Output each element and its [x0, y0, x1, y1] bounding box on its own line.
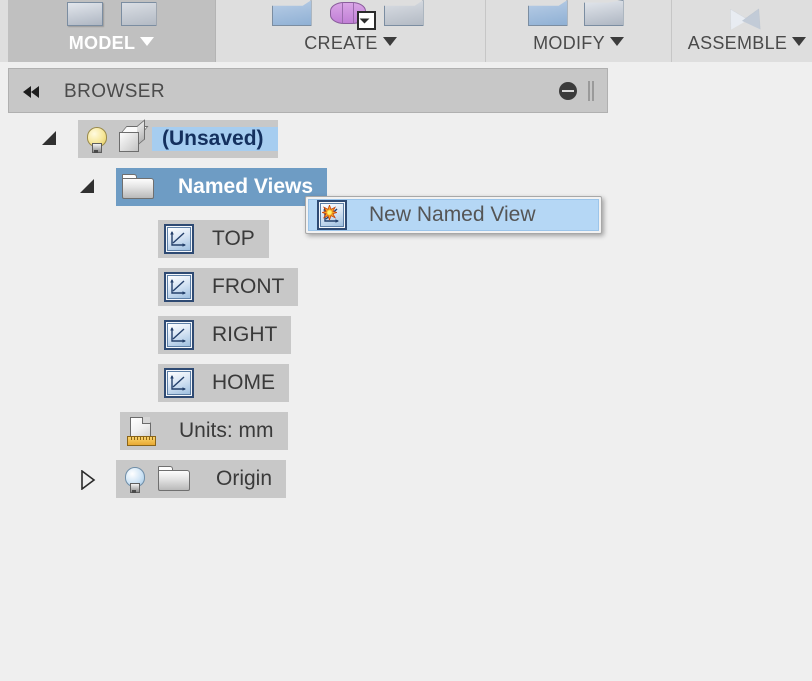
joint-arrow: [742, 4, 768, 30]
tree-row-named-views-chip[interactable]: Named Views: [116, 168, 328, 206]
tree-row-unsaved-chip[interactable]: (Unsaved): [78, 119, 278, 158]
chevron-down-icon[interactable]: [382, 37, 397, 46]
tree-row-label: TOP: [212, 227, 255, 250]
double-chevron-left-icon[interactable]: [23, 83, 47, 99]
panel-text: CREATE: [304, 33, 378, 53]
ribbon-panel-create-icons: [216, 0, 485, 30]
fusion-browser-screen: MODEL CREATE MODIFY ASSEMBLE BROWSER (Un…: [0, 0, 812, 681]
tree-row-home-chip[interactable]: HOME: [158, 364, 289, 402]
folder-body: [158, 470, 190, 491]
triangle-right-outline: [81, 470, 96, 490]
tree-row-top-chip[interactable]: TOP: [158, 220, 269, 258]
view-axes-glyph: [170, 279, 186, 295]
extrude-icon[interactable]: [271, 0, 318, 26]
grip-line: [592, 81, 594, 101]
units-document-icon[interactable]: [126, 416, 156, 446]
panel-text: MODIFY: [533, 33, 605, 53]
ribbon-panel-model[interactable]: MODEL: [8, 0, 216, 62]
named-view-icon[interactable]: [164, 320, 194, 350]
panel-text: ASSEMBLE: [687, 33, 788, 53]
ribbon-panel-model-icons: [8, 0, 215, 26]
fillet-icon[interactable]: [583, 0, 630, 26]
chevron-down-icon[interactable]: [140, 37, 155, 46]
ribbon-panel-modify[interactable]: MODIFY: [486, 0, 672, 62]
tree-row-label: Origin: [216, 467, 273, 490]
bulb-tip: [132, 490, 136, 493]
folder-icon[interactable]: [122, 174, 154, 200]
document-corner-fold: [142, 417, 150, 424]
view-axes-glyph: [170, 231, 186, 247]
cube-front-face: [119, 132, 139, 152]
folder-icon[interactable]: [158, 466, 190, 492]
context-menu-item-new-named-view[interactable]: New Named View: [308, 199, 599, 231]
ribbon-panel-assemble-icons: [672, 0, 812, 30]
twisty-collapsed-icon[interactable]: [80, 470, 100, 490]
model-workspace-icon[interactable]: [117, 0, 161, 26]
ribbon-panel-modify-label: MODIFY: [486, 33, 671, 54]
browser-grip-handle[interactable]: [587, 81, 597, 101]
bulb-tip: [94, 150, 98, 153]
twisty-expanded-icon[interactable]: [40, 129, 60, 149]
tree-row-label: RIGHT: [212, 323, 278, 346]
new-named-view-icon: [317, 200, 347, 230]
ribbon-panel-create-label: CREATE: [216, 33, 485, 54]
browser-title: BROWSER: [64, 81, 165, 102]
ruler-glyph: [127, 436, 156, 446]
ribbon-panel-assemble-label: ASSEMBLE: [672, 33, 812, 54]
tree-row-label: Named Views: [178, 175, 314, 198]
named-view-icon[interactable]: [164, 272, 194, 302]
browser-header: BROWSER: [8, 68, 608, 113]
tree-row-label: HOME: [212, 371, 275, 394]
ribbon-panel-model-label: MODEL: [8, 33, 215, 54]
press-pull-icon[interactable]: [527, 0, 574, 26]
named-view-icon[interactable]: [164, 224, 194, 254]
view-axes-glyph: [170, 327, 186, 343]
chevron-down-icon[interactable]: [609, 37, 624, 46]
tree-row-front-chip[interactable]: FRONT: [158, 268, 299, 306]
context-menu-item-label: New Named View: [369, 203, 536, 226]
sketch-solid-icon[interactable]: [63, 0, 107, 26]
chevron-left: [31, 86, 39, 98]
sweep-icon[interactable]: [383, 0, 430, 26]
minus-circle-icon[interactable]: [559, 82, 577, 100]
joint-icon[interactable]: [721, 0, 769, 30]
grip-line: [588, 81, 590, 101]
ribbon-panel-modify-icons: [486, 0, 671, 26]
revolve-icon[interactable]: [328, 0, 376, 30]
context-menu: New Named View: [305, 196, 602, 234]
twisty-expanded-icon[interactable]: [78, 177, 98, 197]
tree-row-units-chip[interactable]: Units: mm: [120, 412, 288, 450]
cube-icon[interactable]: [119, 119, 149, 152]
lightbulb-on-icon[interactable]: [84, 125, 108, 153]
tree-row-label: (Unsaved): [152, 127, 278, 151]
panel-text: MODEL: [68, 33, 136, 53]
chevron-down-icon[interactable]: [792, 37, 807, 46]
ribbon-toolbar: MODEL CREATE MODIFY ASSEMBLE: [0, 0, 812, 62]
tree-row-label: Units: mm: [179, 419, 274, 442]
tree-row-label: FRONT: [212, 275, 285, 298]
named-view-icon[interactable]: [164, 368, 194, 398]
ribbon-panel-assemble[interactable]: ASSEMBLE: [672, 0, 812, 62]
tree-row-origin-chip[interactable]: Origin: [116, 460, 287, 498]
chevron-left: [23, 86, 31, 98]
folder-body: [122, 178, 154, 199]
lightbulb-off-icon[interactable]: [122, 465, 146, 493]
tree-row-right-chip[interactable]: RIGHT: [158, 316, 292, 354]
view-axes-glyph: [170, 375, 186, 391]
ribbon-panel-create[interactable]: CREATE: [216, 0, 486, 62]
new-badge-starburst-icon: [322, 205, 337, 220]
